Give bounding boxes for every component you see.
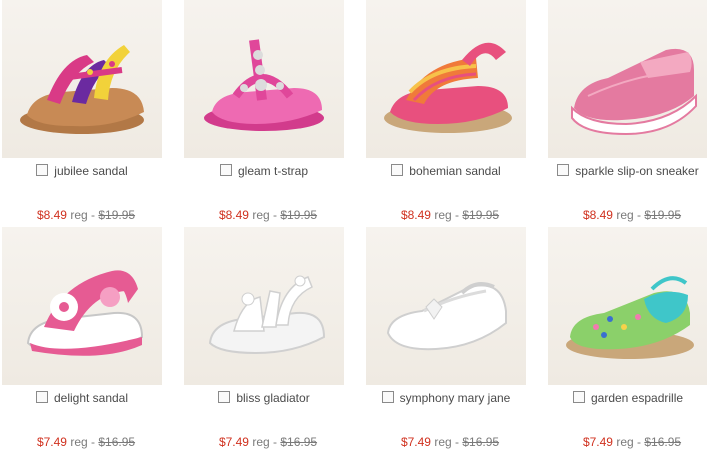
price-row: $8.49 reg - $19.95 — [366, 208, 534, 222]
product-name-row: delight sandal — [2, 389, 162, 407]
product-name-row: symphony mary jane — [366, 389, 526, 407]
reg-label: reg - — [616, 435, 645, 449]
product-image-jubilee-sandal[interactable] — [2, 0, 162, 158]
original-price: $16.95 — [280, 435, 318, 449]
product-name-link[interactable]: gleam t-strap — [238, 164, 308, 178]
product-image-sparkle-slip-on-sneaker[interactable] — [548, 0, 707, 158]
product-image-garden-espadrille[interactable] — [548, 227, 707, 385]
original-price: $19.95 — [98, 208, 136, 222]
price-row: $8.49 reg - $19.95 — [2, 208, 170, 222]
compare-checkbox[interactable] — [572, 391, 585, 403]
product-name-link[interactable]: symphony mary jane — [400, 391, 511, 405]
product-name-row: bliss gladiator — [184, 389, 344, 407]
compare-checkbox[interactable] — [381, 391, 394, 403]
original-price: $19.95 — [280, 208, 318, 222]
original-price: $19.95 — [462, 208, 500, 222]
product-name-link[interactable]: garden espadrille — [591, 391, 683, 405]
product-image-bohemian-sandal[interactable] — [366, 0, 526, 158]
compare-checkbox[interactable] — [219, 164, 232, 176]
product-name-link[interactable]: bliss gladiator — [236, 391, 309, 405]
compare-checkbox[interactable] — [35, 391, 48, 403]
sandal-illustration — [208, 275, 326, 355]
product-name-row: gleam t-strap — [184, 162, 344, 180]
sale-price: $8.49 — [582, 208, 613, 222]
product-name-row: sparkle slip-on sneaker — [548, 162, 707, 180]
product-name-row: jubilee sandal — [2, 162, 162, 180]
price-row: $7.49 reg - $16.95 — [548, 435, 707, 449]
sale-price: $8.49 — [218, 208, 249, 222]
sale-price: $7.49 — [218, 435, 249, 449]
product-image-gleam-t-strap[interactable] — [184, 0, 344, 158]
original-price: $16.95 — [644, 435, 682, 449]
sneaker-illustration — [571, 48, 697, 136]
sandal-illustration — [26, 270, 144, 356]
original-price: $19.95 — [644, 208, 682, 222]
sale-price: $7.49 — [36, 435, 67, 449]
reg-label: reg - — [616, 208, 645, 222]
product-name-link[interactable]: sparkle slip-on sneaker — [575, 164, 698, 178]
product-name-link[interactable]: bohemian sandal — [409, 164, 500, 178]
compare-checkbox[interactable] — [218, 391, 231, 403]
sandal-illustration — [20, 45, 144, 134]
product-grid: jubilee sandal $8.49 reg - $19.95 gleam … — [0, 0, 707, 452]
sale-price: $8.49 — [400, 208, 431, 222]
price-row: $7.49 reg - $16.95 — [184, 435, 352, 449]
sandal-illustration — [204, 39, 324, 131]
product-image-bliss-gladiator[interactable] — [184, 227, 344, 385]
shoe-illustration — [566, 276, 694, 359]
reg-label: reg - — [70, 435, 99, 449]
product-name-link[interactable]: jubilee sandal — [54, 164, 127, 178]
product-image-symphony-mary-jane[interactable] — [366, 227, 526, 385]
price-row: $7.49 reg - $16.95 — [2, 435, 170, 449]
sale-price: $7.49 — [582, 435, 613, 449]
reg-label: reg - — [252, 435, 281, 449]
product-image-delight-sandal[interactable] — [2, 227, 162, 385]
shoe-illustration — [386, 282, 507, 351]
reg-label: reg - — [252, 208, 281, 222]
reg-label: reg - — [434, 208, 463, 222]
reg-label: reg - — [434, 435, 463, 449]
price-row: $7.49 reg - $16.95 — [366, 435, 534, 449]
price-row: $8.49 reg - $19.95 — [548, 208, 707, 222]
original-price: $16.95 — [462, 435, 500, 449]
sandal-illustration — [384, 42, 512, 133]
sale-price: $7.49 — [400, 435, 431, 449]
product-name-link[interactable]: delight sandal — [54, 391, 128, 405]
compare-checkbox[interactable] — [36, 164, 49, 176]
price-row: $8.49 reg - $19.95 — [184, 208, 352, 222]
product-name-row: bohemian sandal — [366, 162, 526, 180]
sale-price: $8.49 — [36, 208, 67, 222]
compare-checkbox[interactable] — [391, 164, 404, 176]
original-price: $16.95 — [98, 435, 136, 449]
reg-label: reg - — [70, 208, 99, 222]
product-name-row: garden espadrille — [548, 389, 707, 407]
compare-checkbox[interactable] — [557, 164, 570, 176]
